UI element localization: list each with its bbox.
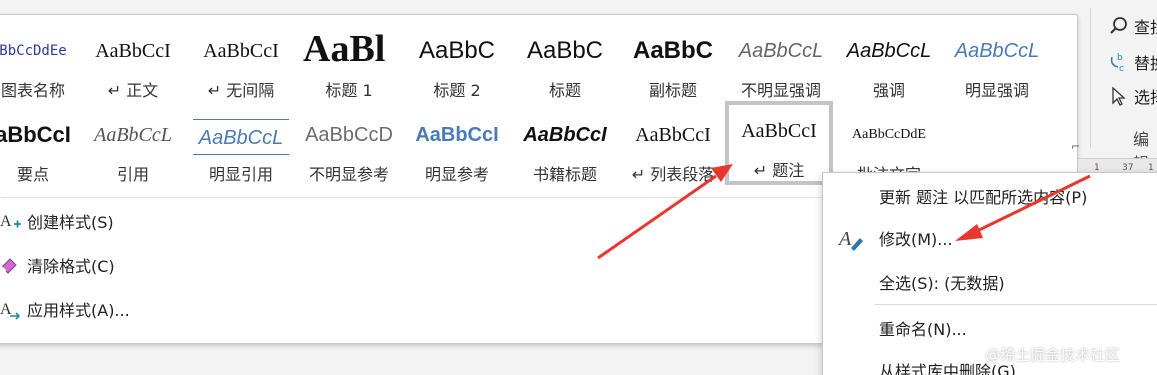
style-tile-intense-quote[interactable]: AaBbCcL 明显引用 [187, 105, 295, 189]
create-style-label: 创建样式(S) [27, 213, 114, 232]
style-sample: AaBbCcL [738, 40, 824, 62]
style-sample: aBbCcI [0, 122, 71, 147]
style-label: 引用 [116, 165, 149, 184]
style-label: 不明显参考 [308, 165, 389, 184]
ribbon-separator [1090, 8, 1091, 148]
style-sample: AaBbCcI [203, 40, 279, 62]
find-label: 查找 [1134, 18, 1157, 37]
style-tile-no-spacing[interactable]: AaBbCcI ↵ 无间隔 [187, 21, 295, 105]
svg-text:c: c [1119, 64, 1124, 73]
style-tile-subtle-emphasis[interactable]: AaBbCcL 不明显强调 [727, 21, 835, 105]
svg-text:A: A [837, 228, 852, 250]
style-label: 明显强调 [964, 81, 1029, 100]
style-sample: AaBl [303, 28, 386, 70]
style-sample: AaBbCcL [193, 119, 289, 155]
style-label: 图表名称 [0, 81, 65, 100]
svg-text:A: A [0, 213, 12, 230]
menu-item-label: 修改(M)... [879, 230, 953, 249]
menu-separator [875, 304, 1157, 305]
style-label: ↵ 正文 [107, 81, 159, 100]
clear-format-icon [0, 253, 23, 277]
menu-item-update-to-match[interactable]: 更新 题注 以匹配所选内容(P) [823, 179, 1157, 213]
replace-button[interactable]: b c 替换 [1108, 48, 1157, 76]
style-label: 不明显强调 [740, 81, 821, 100]
style-tile-subtitle[interactable]: AaBbC 副标题 [619, 21, 727, 105]
style-sample: AaBbC [526, 37, 604, 64]
find-button[interactable]: 查找 [1108, 12, 1157, 40]
style-label: 要点 [16, 165, 49, 184]
watermark: @稀土掘金技术社区 [985, 346, 1121, 364]
style-tile-intense-reference[interactable]: AaBbCcI 明显参考 [403, 105, 511, 189]
style-sample: AaBbCcL [846, 40, 932, 62]
style-sample: AaBbC [418, 37, 496, 64]
svg-text:b: b [1117, 53, 1123, 63]
replace-label: 替换 [1134, 54, 1157, 73]
select-button[interactable]: 选择 [1108, 82, 1157, 110]
gallery-resize-grip[interactable]: ⌐ [1071, 140, 1080, 153]
style-tile-subtle-reference[interactable]: AaBbCcD 不明显参考 [295, 105, 403, 189]
style-tile-title[interactable]: AaBbC 标题 [511, 21, 619, 105]
menu-item-select-all[interactable]: 全选(S): (无数据) [823, 265, 1157, 299]
menu-item-label: 重命名(N)... [879, 320, 967, 339]
clear-format-command[interactable]: 清除格式(C) [0, 247, 397, 283]
style-sample: AaBbC [632, 37, 713, 64]
style-tile-key-point[interactable]: aBbCcI 要点 [0, 105, 87, 189]
select-cursor-icon [1108, 85, 1130, 107]
style-label: 标题 [548, 81, 581, 100]
style-tile-caption-name[interactable]: BbCcDdEe 图表名称 [0, 21, 87, 105]
style-tile-intense-emphasis[interactable]: AaBbCcL 明显强调 [943, 21, 1051, 105]
style-sample: AaBbCcDdE [852, 127, 926, 142]
style-sample: BbCcDdEe [0, 43, 67, 59]
style-label: 强调 [872, 81, 905, 100]
search-icon [1108, 15, 1130, 37]
style-label: 明显参考 [424, 165, 489, 184]
style-tile-emphasis[interactable]: AaBbCcL 强调 [835, 21, 943, 105]
menu-item-rename[interactable]: 重命名(N)... [823, 311, 1157, 345]
style-tile-heading-1[interactable]: AaBl 标题 1 [295, 21, 403, 105]
style-sample: AaBbCcI [415, 124, 499, 146]
clear-format-label: 清除格式(C) [27, 257, 115, 276]
select-label: 选择 [1134, 88, 1157, 107]
menu-item-modify[interactable]: A 修改(M)... [823, 221, 1157, 255]
style-label: ↵ 无间隔 [207, 81, 275, 100]
style-tile-heading-2[interactable]: AaBbC 标题 2 [403, 21, 511, 105]
style-label: 书籍标题 [532, 165, 597, 184]
apply-style-command[interactable]: A 应用样式(A)... [0, 291, 397, 327]
style-label: 明显引用 [208, 165, 273, 184]
style-sample: AaBbCcL [954, 40, 1040, 62]
style-label: 副标题 [648, 81, 697, 100]
menu-item-label: 更新 题注 以匹配所选内容(P) [879, 188, 1088, 207]
style-sample: AaBbCcI [523, 124, 607, 146]
screen: BbCcDdEe 图表名称 AaBbCcI ↵ 正文 AaBbCcI ↵ 无间隔… [0, 0, 1157, 375]
style-label: 标题 2 [433, 81, 481, 100]
style-tile-quote[interactable]: AaBbCcL 引用 [79, 105, 187, 189]
style-sample: AaBbCcI [635, 124, 711, 146]
create-style-icon: A [0, 209, 23, 233]
style-label: 标题 1 [325, 81, 373, 100]
replace-icon: b c [1108, 51, 1130, 74]
style-label: ↵ 列表段落 [631, 165, 715, 184]
style-sample: AaBbCcL [94, 124, 172, 146]
style-label: ↵ 题注 [753, 161, 805, 180]
menu-item-label: 全选(S): (无数据) [879, 274, 1005, 293]
style-sample: AaBbCcD [305, 124, 393, 146]
modify-pen-icon: A [837, 224, 865, 252]
apply-style-label: 应用样式(A)... [27, 301, 130, 320]
style-tile-caption[interactable]: AaBbCcI ↵ 题注 [725, 101, 833, 185]
style-sample: AaBbCcI [741, 120, 817, 142]
style-sample: AaBbCcI [95, 40, 171, 62]
create-style-command[interactable]: A 创建样式(S) [0, 203, 397, 239]
style-tile-list-paragraph[interactable]: AaBbCcI ↵ 列表段落 [619, 105, 727, 189]
style-tile-book-title[interactable]: AaBbCcI 书籍标题 [511, 105, 619, 189]
apply-style-icon: A [0, 297, 23, 321]
style-tile-normal[interactable]: AaBbCcI ↵ 正文 [79, 21, 187, 105]
